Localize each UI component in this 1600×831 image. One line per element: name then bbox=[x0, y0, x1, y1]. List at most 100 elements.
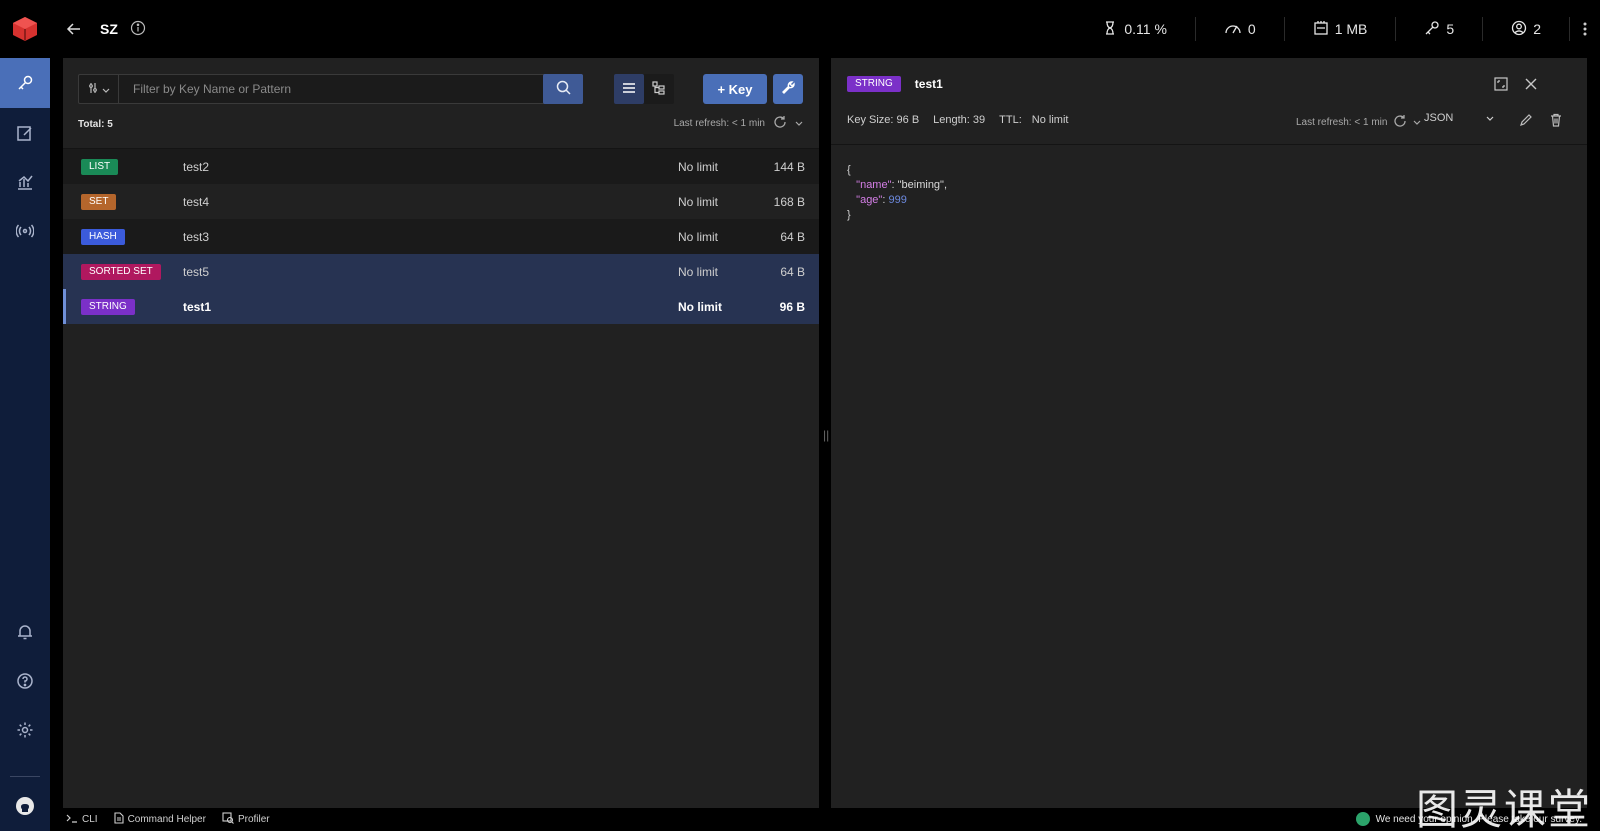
table-row[interactable]: SORTED SET test5 No limit 64 B bbox=[63, 254, 819, 289]
key-type-badge: LIST bbox=[81, 159, 119, 175]
ops-stat: 0 bbox=[1196, 17, 1285, 41]
memory-stat: 1 MB bbox=[1285, 17, 1397, 41]
profiler-label: Profiler bbox=[237, 814, 270, 825]
key-icon bbox=[1424, 20, 1440, 39]
document-icon bbox=[114, 812, 124, 827]
json-number-value: 999 bbox=[888, 194, 907, 206]
profiler-button[interactable]: Profiler bbox=[222, 812, 270, 827]
value-format-select[interactable]: JSON bbox=[1424, 112, 1494, 124]
back-arrow-icon[interactable] bbox=[66, 19, 86, 39]
github-icon[interactable] bbox=[0, 781, 50, 831]
key-type-badge: SORTED SET bbox=[81, 264, 161, 280]
auto-refresh-chevron-down-icon[interactable] bbox=[795, 118, 803, 129]
survey-icon bbox=[1355, 812, 1370, 826]
watermark-text: 图灵课堂 bbox=[1415, 785, 1592, 831]
workbench-nav-edit-icon[interactable] bbox=[0, 108, 50, 158]
wrench-icon bbox=[781, 80, 796, 98]
settings-gear-icon[interactable] bbox=[0, 705, 50, 755]
key-ttl: No limit bbox=[678, 159, 719, 174]
browser-nav-key-icon[interactable] bbox=[0, 58, 50, 108]
rail-divider bbox=[10, 776, 40, 777]
key-name: test1 bbox=[183, 299, 212, 314]
total-keys-count: Total: 5 bbox=[78, 119, 113, 130]
table-row-selected[interactable]: STRING test1 No limit 96 B bbox=[63, 289, 819, 324]
format-value: JSON bbox=[1424, 112, 1454, 124]
last-refresh-text: Last refresh: < 1 min bbox=[1296, 117, 1388, 128]
tree-view-button[interactable] bbox=[644, 74, 674, 104]
key-length-text: Length: 39 bbox=[933, 114, 986, 126]
delete-trash-icon[interactable] bbox=[1549, 113, 1563, 130]
key-size: 168 B bbox=[773, 194, 805, 209]
tree-icon bbox=[652, 80, 666, 98]
list-icon bbox=[622, 82, 636, 97]
key-size: 64 B bbox=[780, 229, 805, 244]
table-row[interactable]: SET test4 No limit 168 B bbox=[63, 184, 819, 219]
ops-value: 0 bbox=[1247, 21, 1256, 37]
info-icon[interactable] bbox=[130, 20, 146, 39]
clients-value: 2 bbox=[1533, 21, 1541, 37]
table-row[interactable]: LIST test2 No limit 144 B bbox=[63, 149, 819, 184]
cli-label: CLI bbox=[82, 814, 98, 825]
list-refresh-control: Last refresh: < 1 min bbox=[674, 115, 803, 132]
speedometer-icon bbox=[1224, 20, 1242, 39]
close-icon[interactable] bbox=[1524, 77, 1538, 94]
key-size-text: Key Size: 96 B bbox=[847, 114, 920, 126]
key-ttl: No limit bbox=[678, 264, 719, 279]
details-divider bbox=[831, 144, 1587, 145]
table-row[interactable]: HASH test3 No limit 64 B bbox=[63, 219, 819, 254]
notifications-bell-icon[interactable] bbox=[0, 607, 50, 657]
ttl-value[interactable]: No limit bbox=[1032, 114, 1069, 126]
command-helper-label: Command Helper bbox=[127, 814, 206, 825]
key-name: test4 bbox=[183, 194, 210, 209]
redis-logo[interactable] bbox=[0, 0, 50, 58]
chevron-down-icon bbox=[102, 82, 110, 96]
json-value-viewer[interactable]: { "name": "beiming", "age": 999 } bbox=[847, 163, 947, 223]
chevron-down-icon bbox=[1486, 112, 1494, 124]
key-type-badge: HASH bbox=[81, 229, 125, 245]
bulk-actions-button[interactable] bbox=[773, 74, 803, 104]
edit-pencil-icon[interactable] bbox=[1519, 113, 1533, 130]
pubsub-nav-broadcast-icon[interactable] bbox=[0, 206, 50, 256]
keys-value: 5 bbox=[1446, 21, 1455, 37]
add-key-button[interactable]: + Key bbox=[703, 74, 767, 104]
auto-refresh-chevron-down-icon[interactable] bbox=[1413, 117, 1421, 128]
key-details-panel: STRING test1 Key Size: 96 B Length: 39 T… bbox=[831, 58, 1587, 808]
panel-resize-handle[interactable]: || bbox=[823, 428, 829, 442]
analytics-nav-chart-icon[interactable] bbox=[0, 157, 50, 207]
json-key: "age" bbox=[856, 194, 883, 206]
selection-indicator bbox=[63, 289, 66, 324]
cli-button[interactable]: CLI bbox=[66, 813, 98, 826]
key-details-header: STRING test1 bbox=[847, 76, 943, 92]
json-string-value: "beiming", bbox=[897, 179, 948, 191]
key-metadata: Key Size: 96 B Length: 39 TTL: No limit bbox=[847, 114, 1068, 126]
key-ttl: No limit bbox=[678, 299, 722, 314]
more-menu-kebab-icon[interactable] bbox=[1570, 21, 1600, 37]
list-view-button[interactable] bbox=[614, 74, 644, 104]
database-name: SZ bbox=[100, 21, 118, 37]
key-type-badge: SET bbox=[81, 194, 117, 210]
bottom-bar: CLI Command Helper Profiler We need your… bbox=[50, 808, 1600, 831]
filter-sliders-icon bbox=[88, 82, 98, 97]
keys-stat: 5 bbox=[1396, 17, 1484, 41]
memory-value: 1 MB bbox=[1334, 21, 1368, 37]
last-refresh-text: Last refresh: < 1 min bbox=[673, 118, 765, 129]
ttl-label: TTL: bbox=[999, 114, 1022, 126]
terminal-icon bbox=[66, 813, 78, 826]
top-bar: SZ 0.11 % 0 1 MB 5 2 bbox=[50, 0, 1600, 58]
clients-stat: 2 bbox=[1483, 17, 1570, 41]
expand-fullscreen-icon[interactable] bbox=[1494, 77, 1508, 94]
help-question-icon[interactable] bbox=[0, 656, 50, 706]
key-list-panel: + Key Total: 5 Last refresh: < 1 min LIS… bbox=[63, 58, 819, 808]
refresh-icon[interactable] bbox=[773, 115, 787, 132]
key-name: test2 bbox=[183, 159, 210, 174]
key-size: 144 B bbox=[773, 159, 805, 174]
key-type-filter-dropdown[interactable] bbox=[79, 75, 119, 103]
search-icon bbox=[556, 80, 571, 98]
key-filter-input[interactable] bbox=[119, 75, 582, 103]
key-name-title[interactable]: test1 bbox=[915, 77, 943, 91]
view-toggle bbox=[614, 74, 674, 104]
search-button[interactable] bbox=[543, 74, 583, 104]
command-helper-button[interactable]: Command Helper bbox=[114, 812, 206, 827]
refresh-icon[interactable] bbox=[1393, 114, 1407, 131]
key-size: 64 B bbox=[780, 264, 805, 279]
